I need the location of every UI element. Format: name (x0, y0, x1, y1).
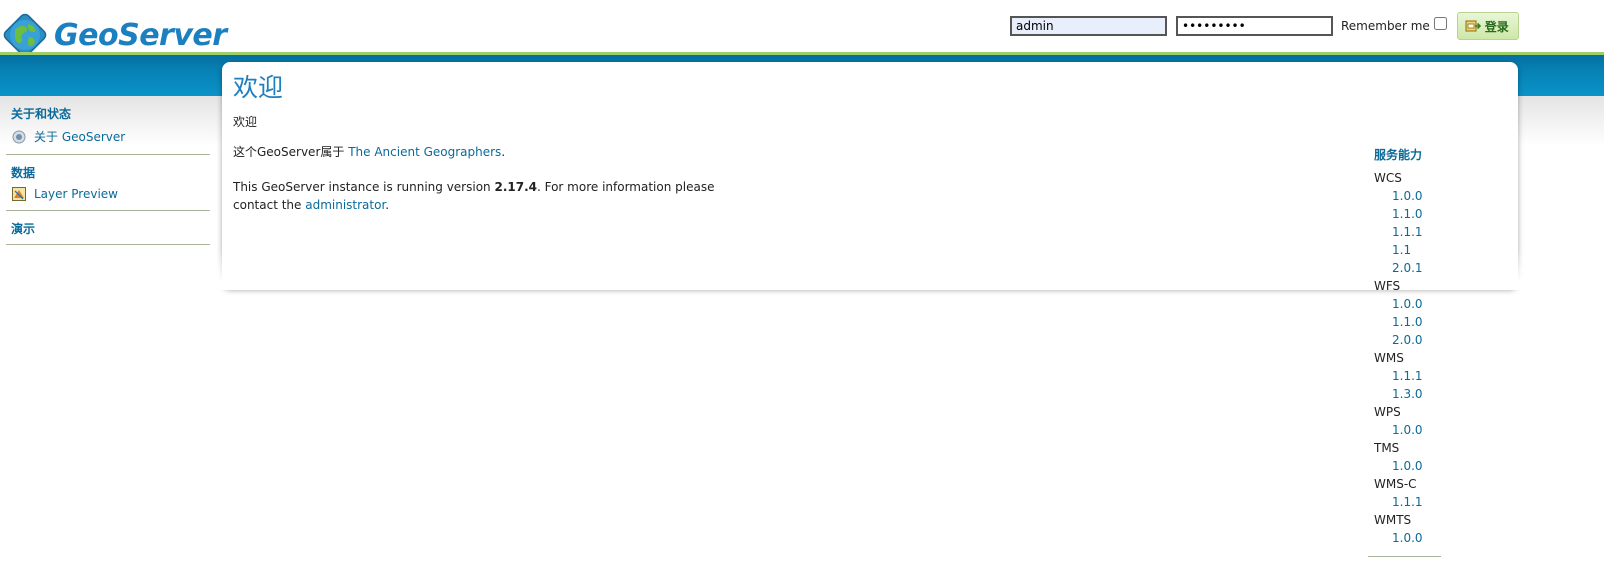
wcs-version-link[interactable]: 2.0.1 (1374, 259, 1446, 277)
tms-version-link[interactable]: 1.0.0 (1374, 457, 1446, 475)
wps-version-link[interactable]: 1.0.0 (1374, 421, 1446, 439)
divider (6, 210, 210, 211)
version-line: This GeoServer instance is running versi… (233, 178, 753, 214)
sidebar: 关于和状态 关于 GeoServer 数据 Layer Preview 演示 (6, 103, 210, 252)
content-panel-fade (216, 250, 1526, 290)
nav-category-about-status: 关于和状态 (11, 107, 72, 121)
brand-name: GeoServer (54, 17, 227, 53)
nav-item-layer-preview[interactable]: Layer Preview (6, 183, 210, 205)
divider (1368, 556, 1441, 557)
username-input[interactable] (1010, 16, 1167, 36)
remember-me-checkbox[interactable] (1433, 16, 1447, 30)
wms-version-link[interactable]: 1.3.0 (1374, 385, 1446, 403)
owner-link[interactable]: The Ancient Geographers (348, 145, 501, 159)
password-input[interactable] (1176, 16, 1333, 36)
wfs-version-link[interactable]: 1.0.0 (1374, 295, 1446, 313)
welcome-text: 欢迎 (233, 115, 258, 129)
wms-version-link[interactable]: 1.1.1 (1374, 367, 1446, 385)
login-button-label: 登录 (1484, 19, 1509, 34)
service-name-wms-c: WMS-C (1374, 477, 1417, 491)
nav-item-label: Layer Preview (34, 187, 118, 201)
wmts-version-link[interactable]: 1.0.0 (1374, 529, 1446, 547)
nav-item-about-geoserver[interactable]: 关于 GeoServer (6, 124, 210, 149)
wfs-version-link[interactable]: 1.1.0 (1374, 313, 1446, 331)
header: GeoServer Remember me 登录 (0, 0, 1604, 57)
service-name-wcs: WCS (1374, 171, 1402, 185)
capabilities-title: 服务能力 (1374, 148, 1423, 162)
owner-suffix: . (501, 145, 506, 159)
page-title: 欢迎 (233, 73, 284, 102)
service-capabilities: 服务能力 WCS 1.0.0 1.1.0 1.1.1 1.1 2.0.1 WFS… (1374, 146, 1446, 547)
nav-item-label: 关于 GeoServer (34, 130, 126, 144)
wms-c-version-link[interactable]: 1.1.1 (1374, 493, 1446, 511)
wfs-version-link[interactable]: 2.0.0 (1374, 331, 1446, 349)
remember-me-label: Remember me (1341, 19, 1430, 33)
owner-prefix: 这个GeoServer属于 (233, 145, 349, 159)
layer-preview-icon (12, 187, 26, 201)
nav-category-data: 数据 (11, 166, 36, 180)
wcs-version-link[interactable]: 1.1 (1374, 241, 1446, 259)
service-name-wms: WMS (1374, 351, 1404, 365)
service-name-tms: TMS (1374, 441, 1400, 455)
login-button[interactable]: 登录 (1456, 12, 1519, 40)
wcs-version-link[interactable]: 1.1.1 (1374, 223, 1446, 241)
wcs-version-link[interactable]: 1.1.0 (1374, 205, 1446, 223)
login-form: Remember me 登录 (1010, 12, 1519, 40)
nav-category-demos[interactable]: 演示 (6, 218, 210, 239)
divider (6, 244, 210, 245)
info-icon (12, 130, 26, 143)
version-number: 2.17.4 (494, 180, 537, 194)
login-icon (1465, 20, 1481, 32)
version-suffix: . (385, 198, 390, 212)
divider (6, 154, 210, 155)
service-name-wps: WPS (1374, 405, 1401, 419)
service-name-wmts: WMTS (1374, 513, 1412, 527)
owner-line: 这个GeoServer属于 The Ancient Geographers. (233, 143, 505, 160)
administrator-link[interactable]: administrator (305, 198, 385, 212)
version-prefix: This GeoServer instance is running versi… (233, 180, 495, 194)
wcs-version-link[interactable]: 1.0.0 (1374, 187, 1446, 205)
service-name-wfs: WFS (1374, 279, 1401, 293)
